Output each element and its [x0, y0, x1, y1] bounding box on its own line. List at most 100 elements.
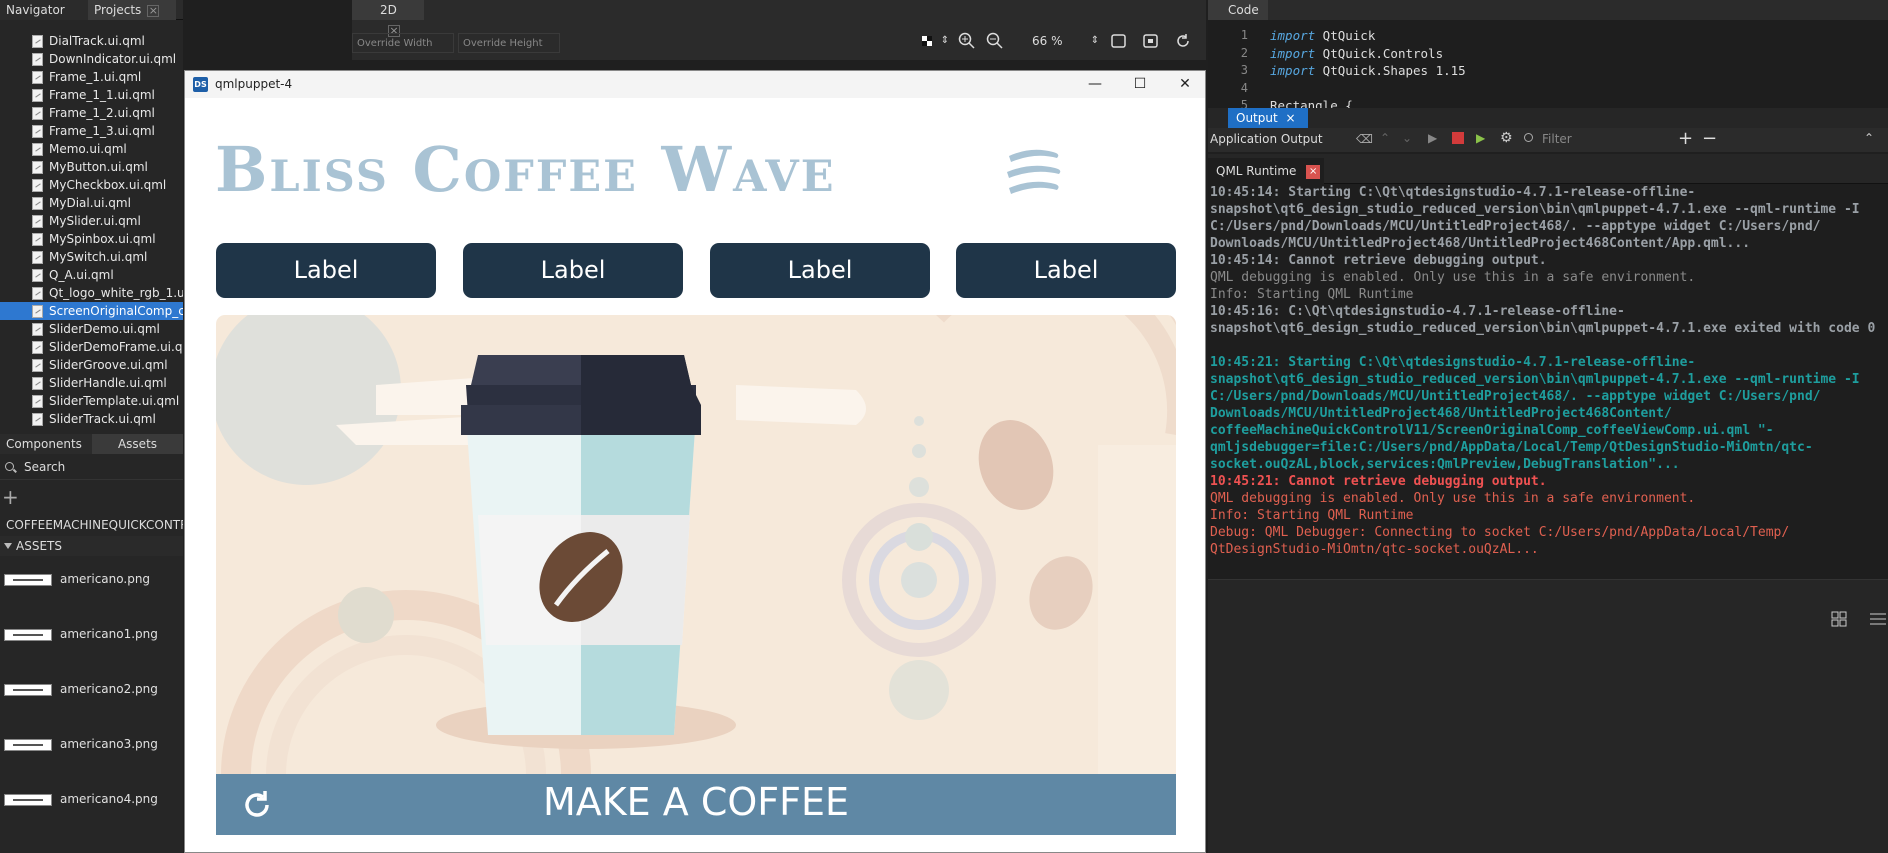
collapse-icon[interactable]: ⌃ — [1864, 131, 1874, 145]
file-item[interactable]: Frame_1_1.ui.qml — [32, 86, 183, 104]
asset-item[interactable]: americano1.png — [0, 611, 183, 666]
asset-thumbnail — [4, 684, 52, 696]
file-item[interactable]: MySpinbox.ui.qml — [32, 230, 183, 248]
code-tabbar: Code — [1208, 0, 1888, 20]
override-width-field[interactable]: Override Width — [352, 33, 454, 53]
qml-file-icon — [32, 377, 43, 390]
left-tabbar: Navigator Projects × — [0, 0, 183, 20]
close-window-button[interactable]: ✕ — [1165, 73, 1205, 95]
tab-2d[interactable]: 2D × — [352, 0, 424, 37]
file-item[interactable]: Memo.ui.qml — [32, 140, 183, 158]
label-button-1[interactable]: Label — [216, 243, 436, 298]
asset-item[interactable]: americano2.png — [0, 666, 183, 721]
override-height-field[interactable]: Override Height — [458, 33, 560, 53]
file-item[interactable]: DownIndicator.ui.qml — [32, 50, 183, 68]
file-item[interactable]: SliderTrack.ui.qml — [32, 410, 183, 428]
assets-section-header[interactable]: ASSETS — [0, 536, 183, 556]
file-item[interactable]: SliderHandle.ui.qml — [32, 374, 183, 392]
fit-selection-icon[interactable] — [1142, 32, 1160, 50]
file-name: Frame_1_3.ui.qml — [49, 124, 155, 138]
reload-icon[interactable] — [1174, 32, 1192, 50]
background-color-icon[interactable] — [918, 32, 936, 50]
asset-item[interactable]: americano3.png — [0, 721, 183, 776]
code-keyword: import — [1270, 63, 1316, 78]
up-icon[interactable]: ⌃ — [1380, 131, 1390, 145]
tab-projects[interactable]: Projects × — [88, 0, 176, 20]
tab-code[interactable]: Code — [1208, 0, 1268, 20]
label-button-4[interactable]: Label — [956, 243, 1176, 298]
code-keyword: import — [1270, 45, 1316, 61]
file-item[interactable]: SliderTemplate.ui.qml — [32, 392, 183, 410]
down-icon[interactable]: ⌄ — [1402, 131, 1412, 145]
make-coffee-bar[interactable]: MAKE A COFFEE — [216, 774, 1176, 835]
application-output-log[interactable]: 10:45:14: Starting C:\Qt\qtdesignstudio-… — [1208, 184, 1888, 579]
code-line: import QtQuick.Controls — [1270, 46, 1443, 61]
close-icon[interactable]: × — [147, 5, 160, 17]
maximize-button[interactable]: ☐ — [1120, 73, 1160, 95]
file-item[interactable]: SliderDemoFrame.ui.qml — [32, 338, 183, 356]
file-item[interactable]: DialTrack.ui.qml — [32, 32, 183, 50]
qml-file-icon — [32, 125, 43, 138]
project-file-tree: DialTrack.ui.qml DownIndicator.ui.qml Fram… — [0, 20, 183, 428]
file-item[interactable]: MyCheckbox.ui.qml — [32, 176, 183, 194]
add-asset-button[interactable]: + — [0, 480, 183, 514]
zoom-out-icon[interactable] — [986, 32, 1004, 50]
list-view-icon[interactable] — [1868, 610, 1886, 628]
qml-file-icon — [32, 71, 43, 84]
file-item[interactable]: Frame_1.ui.qml — [32, 68, 183, 86]
tab-qml-runtime[interactable]: QML Runtime × — [1208, 158, 1324, 184]
tab-output[interactable]: Output × — [1228, 108, 1308, 128]
asset-item[interactable]: americano.png — [0, 556, 183, 611]
tab-components[interactable]: Components — [0, 434, 92, 454]
qml-file-icon — [32, 53, 43, 66]
file-item[interactable]: Q_A.ui.qml — [32, 266, 183, 284]
zoom-level-select[interactable]: 66 % — [1032, 34, 1092, 52]
stop-icon[interactable] — [1452, 132, 1464, 144]
zoom-dropdown-icon[interactable]: ⇕ — [1086, 32, 1104, 50]
label-button-3[interactable]: Label — [710, 243, 930, 298]
assets-search[interactable]: Search — [0, 454, 183, 480]
file-item[interactable]: SliderGroove.ui.qml — [32, 356, 183, 374]
close-icon[interactable]: × — [1286, 111, 1296, 125]
run-icon[interactable]: ▶ — [1428, 131, 1437, 145]
output-selector[interactable]: Application Output — [1210, 132, 1350, 148]
clear-icon[interactable]: ⌫ — [1356, 132, 1373, 146]
assets-list: americano.png americano1.png americano2.pn… — [0, 556, 183, 831]
make-coffee-button[interactable]: MAKE A COFFEE — [216, 780, 1176, 824]
filter-input[interactable]: Filter — [1524, 132, 1674, 148]
close-icon[interactable]: × — [1306, 164, 1321, 179]
asset-thumbnail — [4, 794, 52, 806]
remove-pane-icon[interactable]: − — [1702, 128, 1717, 149]
qml-file-icon — [32, 359, 43, 372]
code-keyword: import — [1270, 28, 1316, 43]
log-line: QtDesignStudio-MiOmtn/qtc-socket.ouQzAL.… — [1210, 542, 1539, 557]
file-item[interactable]: MyButton.ui.qml — [32, 158, 183, 176]
file-item[interactable]: Qt_logo_white_rgb_1.ui.q — [32, 284, 183, 302]
file-item[interactable]: Frame_1_3.ui.qml — [32, 122, 183, 140]
zoom-in-icon[interactable] — [958, 32, 976, 50]
add-pane-icon[interactable]: + — [1678, 128, 1693, 149]
search-icon — [5, 462, 14, 471]
file-item[interactable]: SliderDemo.ui.qml — [32, 320, 183, 338]
asset-thumbnail — [4, 574, 52, 586]
debug-icon[interactable]: ▶ — [1476, 131, 1485, 145]
updown-icon[interactable]: ⇕ — [936, 32, 954, 50]
file-item[interactable]: MySwitch.ui.qml — [32, 248, 183, 266]
log-line: Downloads/MCU/UntitledProject468/Untitle… — [1210, 236, 1751, 251]
line-number: 3 — [1240, 63, 1248, 77]
gear-icon[interactable]: ⚙ — [1500, 130, 1513, 146]
qml-file-icon — [32, 251, 43, 264]
label-button-2[interactable]: Label — [463, 243, 683, 298]
file-item[interactable]: ScreenOriginalComp_coffe — [0, 302, 183, 320]
file-item[interactable]: MySlider.ui.qml — [32, 212, 183, 230]
file-item[interactable]: MyDial.ui.qml — [32, 194, 183, 212]
code-editor[interactable]: Code 1 import QtQuick 2 import QtQuick.Cont… — [1208, 0, 1888, 113]
file-item[interactable]: Frame_1_2.ui.qml — [32, 104, 183, 122]
tab-assets[interactable]: Assets — [92, 434, 183, 454]
fit-screen-icon[interactable] — [1110, 32, 1128, 50]
grid-view-icon[interactable] — [1830, 610, 1848, 628]
asset-item[interactable]: americano4.png — [0, 776, 183, 831]
qml-file-icon — [32, 269, 43, 282]
minimize-button[interactable]: — — [1075, 73, 1115, 95]
tab-navigator[interactable]: Navigator — [0, 0, 88, 20]
